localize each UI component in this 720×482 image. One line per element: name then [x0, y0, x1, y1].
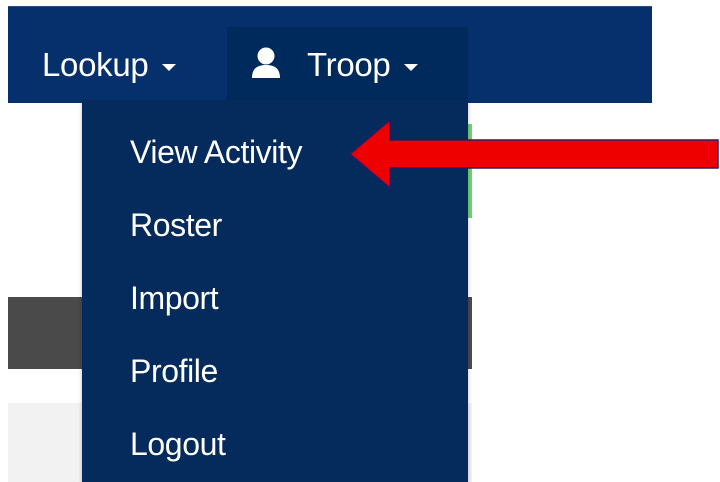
caret-down-icon [404, 63, 419, 71]
caret-down-icon [162, 63, 177, 71]
menu-item-roster[interactable]: Roster [82, 189, 468, 261]
menu-item-logout[interactable]: Logout [82, 408, 468, 480]
menu-item-profile[interactable]: Profile [82, 335, 468, 407]
menu-item-import[interactable]: Import [82, 262, 468, 334]
user-icon [249, 46, 283, 80]
nav-troop-label: Troop [307, 46, 391, 83]
red-arrow-icon [348, 118, 720, 190]
nav-lookup-dropdown[interactable]: Lookup [8, 27, 228, 103]
screenshot-stage: Lookup Troop View Activity Roster Import… [0, 0, 720, 482]
top-navbar: Lookup Troop [8, 6, 652, 103]
nav-troop-dropdown[interactable]: Troop [227, 27, 468, 103]
nav-lookup-label: Lookup [42, 46, 149, 83]
